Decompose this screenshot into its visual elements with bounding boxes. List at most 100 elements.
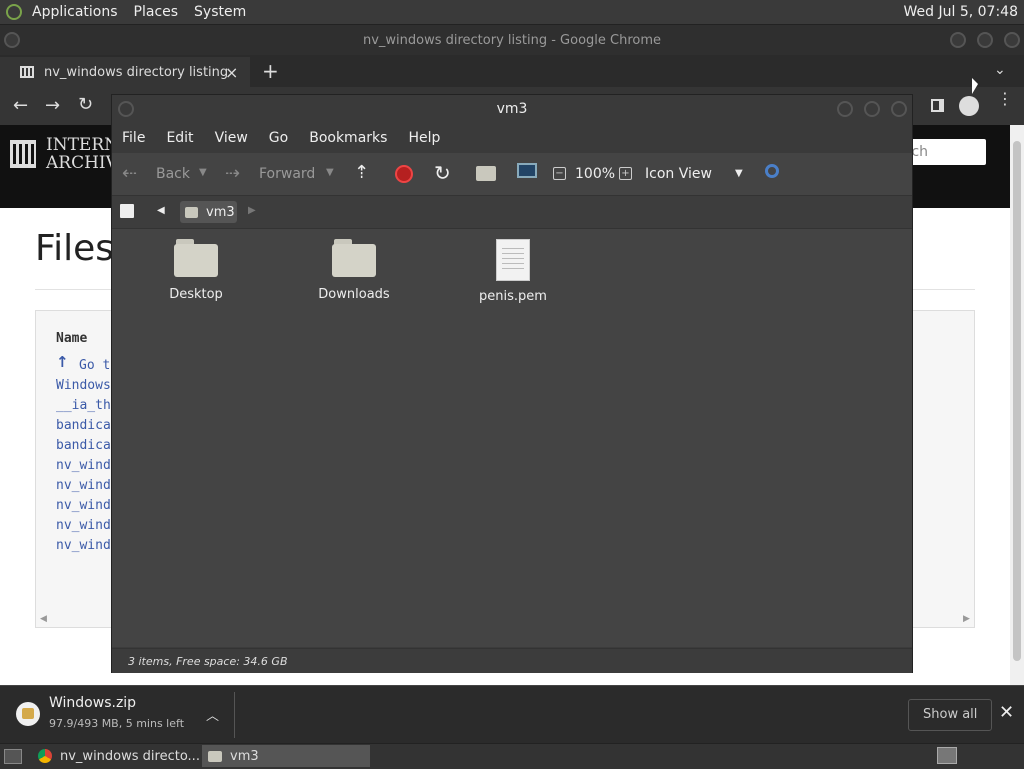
back-icon[interactable]: ⇠ xyxy=(122,163,137,184)
listing-link[interactable]: bandica xyxy=(56,438,111,453)
up-icon[interactable]: ⇡ xyxy=(354,162,369,183)
system-top-panel: Applications Places System Wed Jul 5, 07… xyxy=(0,0,1024,25)
fm-titlebar[interactable]: vm3 xyxy=(112,95,912,123)
zip-folder-icon xyxy=(22,708,34,719)
desktop-folder-label: Desktop xyxy=(169,287,223,302)
scrollbar-thumb[interactable] xyxy=(1013,141,1021,661)
listing-link[interactable]: Windows xyxy=(56,378,111,393)
chrome-menu-icon[interactable]: ⋮ xyxy=(997,91,1013,107)
scroll-right-icon[interactable]: ▶ xyxy=(963,614,970,624)
back-history-dropdown-icon[interactable]: ▼ xyxy=(199,167,207,178)
path-right-arrow-icon[interactable]: ▶ xyxy=(248,205,256,216)
download-filename[interactable]: Windows.zip xyxy=(49,695,136,711)
downloads-folder-icon xyxy=(332,239,376,277)
window-menu-button[interactable] xyxy=(4,32,20,48)
path-left-arrow-icon[interactable]: ◀ xyxy=(157,205,165,216)
logo-line2: ARCHIV xyxy=(46,153,118,173)
fm-location-bar: ◀ vm3 ▶ xyxy=(112,196,912,229)
menu-help[interactable]: Help xyxy=(408,130,440,146)
path-button-vm3[interactable]: vm3 xyxy=(180,201,237,223)
fm-close-button[interactable] xyxy=(891,101,907,117)
show-desktop-icon[interactable] xyxy=(4,749,22,764)
desktop-folder[interactable]: Desktop xyxy=(136,239,256,302)
view-mode-dropdown-icon[interactable]: ▼ xyxy=(735,168,743,179)
menu-view[interactable]: View xyxy=(215,130,248,146)
reload-icon[interactable]: ↻ xyxy=(434,161,451,185)
download-options-chevron-icon[interactable]: ︿ xyxy=(206,705,219,724)
system-menu[interactable]: System xyxy=(194,4,246,20)
archive-logo[interactable]: INTERN ARCHIV xyxy=(10,136,119,172)
listing-link[interactable]: nv_wind xyxy=(56,518,111,533)
browser-tab[interactable]: nv_windows directory listing × xyxy=(0,57,250,87)
taskbar-vm3-button[interactable]: vm3 xyxy=(202,745,370,767)
pem-file-label: penis.pem xyxy=(479,289,547,304)
distro-logo-icon[interactable] xyxy=(6,4,22,20)
pem-file[interactable]: penis.pem xyxy=(453,239,573,304)
home-folder-icon xyxy=(185,206,198,218)
tab-search-chevron-icon[interactable]: ⌄ xyxy=(994,62,1006,78)
home-folder-icon xyxy=(208,750,222,762)
zoom-in-icon[interactable]: + xyxy=(619,167,632,180)
back-button[interactable]: Back xyxy=(156,166,190,182)
listing-link[interactable]: nv_wind xyxy=(56,538,111,553)
computer-icon[interactable] xyxy=(517,163,537,178)
minimize-button[interactable] xyxy=(950,32,966,48)
path-label: vm3 xyxy=(206,204,235,220)
applications-menu[interactable]: Applications xyxy=(32,4,118,20)
taskbar-chrome-label: nv_windows directo... xyxy=(60,748,200,764)
zoom-level: 100% xyxy=(575,166,616,182)
name-column-header[interactable]: Name xyxy=(56,331,87,346)
mouse-cursor-icon xyxy=(972,78,978,94)
listing-link[interactable]: nv_wind xyxy=(56,478,111,493)
forward-icon[interactable]: ⇢ xyxy=(225,163,240,184)
menu-go[interactable]: Go xyxy=(269,130,288,146)
reload-icon[interactable]: ↻ xyxy=(78,94,93,115)
view-mode-select[interactable]: Icon View xyxy=(645,166,712,182)
side-panel-icon[interactable] xyxy=(931,99,944,112)
zoom-out-icon[interactable]: − xyxy=(553,167,566,180)
fm-maximize-button[interactable] xyxy=(864,101,880,117)
toggle-location-edit-icon[interactable] xyxy=(120,204,134,218)
search-icon[interactable] xyxy=(765,164,779,178)
fm-toolbar: ⇠ Back ▼ ⇢ Forward ▼ ⇡ ↻ − 100% + Icon V… xyxy=(112,153,912,196)
listing-link[interactable]: __ia_th xyxy=(56,398,111,413)
fm-minimize-button[interactable] xyxy=(837,101,853,117)
menu-file[interactable]: File xyxy=(122,130,145,146)
maximize-button[interactable] xyxy=(977,32,993,48)
forward-button[interactable]: Forward xyxy=(259,166,315,182)
download-separator xyxy=(234,692,235,738)
taskbar-chrome-button[interactable]: nv_windows directo... xyxy=(34,745,200,767)
listing-link[interactable]: Go t xyxy=(79,358,110,373)
close-download-bar-icon[interactable]: ✕ xyxy=(999,702,1014,723)
forward-arrow-icon[interactable]: → xyxy=(45,95,60,116)
menu-edit[interactable]: Edit xyxy=(166,130,193,146)
fm-window-title: vm3 xyxy=(496,101,528,117)
home-icon[interactable] xyxy=(476,166,496,181)
menu-bookmarks[interactable]: Bookmarks xyxy=(309,130,387,146)
tab-close-icon[interactable]: × xyxy=(225,63,238,82)
desktop-folder-icon xyxy=(174,239,218,277)
places-menu[interactable]: Places xyxy=(134,4,179,20)
listing-link[interactable]: nv_wind xyxy=(56,458,111,473)
scroll-left-icon[interactable]: ◀ xyxy=(40,614,47,624)
page-scrollbar[interactable] xyxy=(1010,125,1024,685)
downloads-folder-label: Downloads xyxy=(318,287,390,302)
profile-avatar-icon[interactable] xyxy=(959,96,979,116)
chrome-window-title: nv_windows directory listing - Google Ch… xyxy=(362,32,662,48)
fm-window-menu-button[interactable] xyxy=(118,101,134,117)
new-tab-button[interactable]: + xyxy=(262,59,279,83)
listing-link[interactable]: nv_wind xyxy=(56,498,111,513)
close-window-button[interactable] xyxy=(1004,32,1020,48)
chrome-titlebar: nv_windows directory listing - Google Ch… xyxy=(0,25,1024,55)
clock[interactable]: Wed Jul 5, 07:48 xyxy=(904,4,1018,20)
tab-title: nv_windows directory listing xyxy=(44,64,229,80)
logo-line1: INTERN xyxy=(46,135,120,155)
parent-arrow-icon[interactable]: ↑ xyxy=(56,353,69,371)
back-arrow-icon[interactable]: ← xyxy=(13,95,28,116)
workspace-switcher-icon[interactable] xyxy=(937,747,957,764)
listing-link[interactable]: bandica xyxy=(56,418,111,433)
downloads-folder[interactable]: Downloads xyxy=(294,239,414,302)
stop-icon[interactable] xyxy=(395,165,413,183)
forward-history-dropdown-icon[interactable]: ▼ xyxy=(326,167,334,178)
show-all-button[interactable]: Show all xyxy=(908,699,993,731)
